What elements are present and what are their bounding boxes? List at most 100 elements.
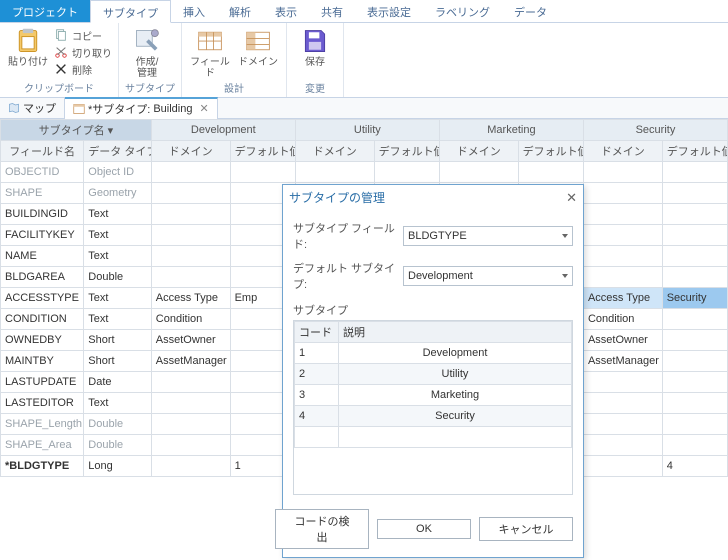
column-header[interactable]: フィールド名 xyxy=(1,141,84,162)
cell[interactable] xyxy=(583,162,662,183)
cell[interactable] xyxy=(339,427,572,448)
cell[interactable]: Short xyxy=(84,330,152,351)
cell[interactable] xyxy=(662,393,727,414)
cell[interactable]: SHAPE_Length xyxy=(1,414,84,435)
cell[interactable] xyxy=(662,414,727,435)
cell[interactable] xyxy=(583,246,662,267)
column-header[interactable]: コード xyxy=(295,322,339,343)
cell[interactable] xyxy=(662,246,727,267)
list-item[interactable]: 2Utility xyxy=(295,364,572,385)
default-subtype-combo[interactable]: Development xyxy=(403,266,573,286)
cell[interactable] xyxy=(230,162,295,183)
cell[interactable]: OWNEDBY xyxy=(1,330,84,351)
cell[interactable] xyxy=(151,456,230,477)
group-header[interactable]: Development xyxy=(151,120,295,141)
cell[interactable]: Marketing xyxy=(339,385,572,406)
column-header[interactable]: デフォルト値 xyxy=(518,141,583,162)
cell[interactable]: Long xyxy=(84,456,152,477)
cell[interactable] xyxy=(151,204,230,225)
cell[interactable]: Security xyxy=(662,288,727,309)
cell[interactable]: Text xyxy=(84,246,152,267)
cell[interactable] xyxy=(662,351,727,372)
cell[interactable]: BUILDINGID xyxy=(1,204,84,225)
column-header[interactable]: デフォルト値 xyxy=(662,141,727,162)
cell[interactable] xyxy=(583,372,662,393)
cell[interactable]: Double xyxy=(84,435,152,456)
cell[interactable] xyxy=(583,393,662,414)
cell[interactable]: Short xyxy=(84,351,152,372)
cell[interactable] xyxy=(583,204,662,225)
cell[interactable] xyxy=(151,225,230,246)
cell[interactable] xyxy=(662,183,727,204)
cell[interactable]: AssetOwner xyxy=(583,330,662,351)
cell[interactable]: Condition xyxy=(583,309,662,330)
cell[interactable] xyxy=(151,393,230,414)
cell[interactable]: Object ID xyxy=(84,162,152,183)
cell[interactable]: FACILITYKEY xyxy=(1,225,84,246)
cell[interactable] xyxy=(518,162,583,183)
cell[interactable]: Access Type xyxy=(583,288,662,309)
group-header[interactable]: Security xyxy=(583,120,727,141)
cell[interactable] xyxy=(151,414,230,435)
save-button[interactable]: 保存 xyxy=(293,25,337,79)
cell[interactable]: CONDITION xyxy=(1,309,84,330)
cell[interactable]: Text xyxy=(84,393,152,414)
cell[interactable]: Geometry xyxy=(84,183,152,204)
cell[interactable]: NAME xyxy=(1,246,84,267)
ribbon-tab-0[interactable]: プロジェクト xyxy=(0,0,90,22)
column-header[interactable]: ドメイン xyxy=(439,141,518,162)
detect-codes-button[interactable]: コードの検出 xyxy=(275,509,369,549)
ribbon-tab-5[interactable]: 共有 xyxy=(309,0,355,22)
cell[interactable]: AssetManager xyxy=(583,351,662,372)
cell[interactable] xyxy=(662,204,727,225)
paste-button[interactable]: 貼り付け xyxy=(6,25,50,79)
cell[interactable]: Text xyxy=(84,309,152,330)
cell[interactable] xyxy=(151,435,230,456)
cell[interactable]: Double xyxy=(84,267,152,288)
group-header[interactable]: Utility xyxy=(295,120,439,141)
cell[interactable]: Date xyxy=(84,372,152,393)
cell[interactable]: AssetManager xyxy=(151,351,230,372)
cell[interactable] xyxy=(662,372,727,393)
cell[interactable] xyxy=(583,456,662,477)
cell[interactable] xyxy=(662,225,727,246)
cell[interactable]: LASTUPDATE xyxy=(1,372,84,393)
cell[interactable]: Security xyxy=(339,406,572,427)
cell[interactable]: Access Type xyxy=(151,288,230,309)
cell[interactable]: Condition xyxy=(151,309,230,330)
list-item[interactable]: 4Security xyxy=(295,406,572,427)
cell[interactable] xyxy=(151,183,230,204)
ok-button[interactable]: OK xyxy=(377,519,471,539)
subtype-list-grid[interactable]: コード説明1Development2Utility3Marketing4Secu… xyxy=(293,320,573,495)
cell[interactable]: BLDGAREA xyxy=(1,267,84,288)
cell[interactable] xyxy=(583,183,662,204)
cell[interactable]: 4 xyxy=(662,456,727,477)
cell[interactable]: Double xyxy=(84,414,152,435)
tab-map[interactable]: マップ xyxy=(0,98,65,118)
cut-button[interactable]: 切り取り xyxy=(54,44,112,60)
ribbon-tab-7[interactable]: ラベリング xyxy=(423,0,502,22)
cell[interactable]: AssetOwner xyxy=(151,330,230,351)
cell[interactable] xyxy=(295,162,374,183)
cell[interactable]: Text xyxy=(84,225,152,246)
cell[interactable] xyxy=(439,162,518,183)
cell[interactable] xyxy=(662,309,727,330)
column-header[interactable]: デフォルト値 xyxy=(374,141,439,162)
cell[interactable] xyxy=(151,372,230,393)
column-header[interactable]: ドメイン xyxy=(295,141,374,162)
cell[interactable]: 2 xyxy=(295,364,339,385)
ribbon-tab-1[interactable]: サブタイプ xyxy=(90,0,171,23)
copy-button[interactable]: コピー xyxy=(54,27,112,43)
cell[interactable]: Text xyxy=(84,288,152,309)
cell[interactable]: Utility xyxy=(339,364,572,385)
list-item[interactable]: 3Marketing xyxy=(295,385,572,406)
column-header[interactable]: ドメイン xyxy=(583,141,662,162)
cell[interactable]: 3 xyxy=(295,385,339,406)
cell[interactable]: SHAPE xyxy=(1,183,84,204)
cell[interactable]: OBJECTID xyxy=(1,162,84,183)
ribbon-tab-8[interactable]: データ xyxy=(502,0,559,22)
cell[interactable] xyxy=(662,267,727,288)
list-item[interactable] xyxy=(295,427,572,448)
cell[interactable] xyxy=(151,246,230,267)
cell[interactable] xyxy=(151,267,230,288)
